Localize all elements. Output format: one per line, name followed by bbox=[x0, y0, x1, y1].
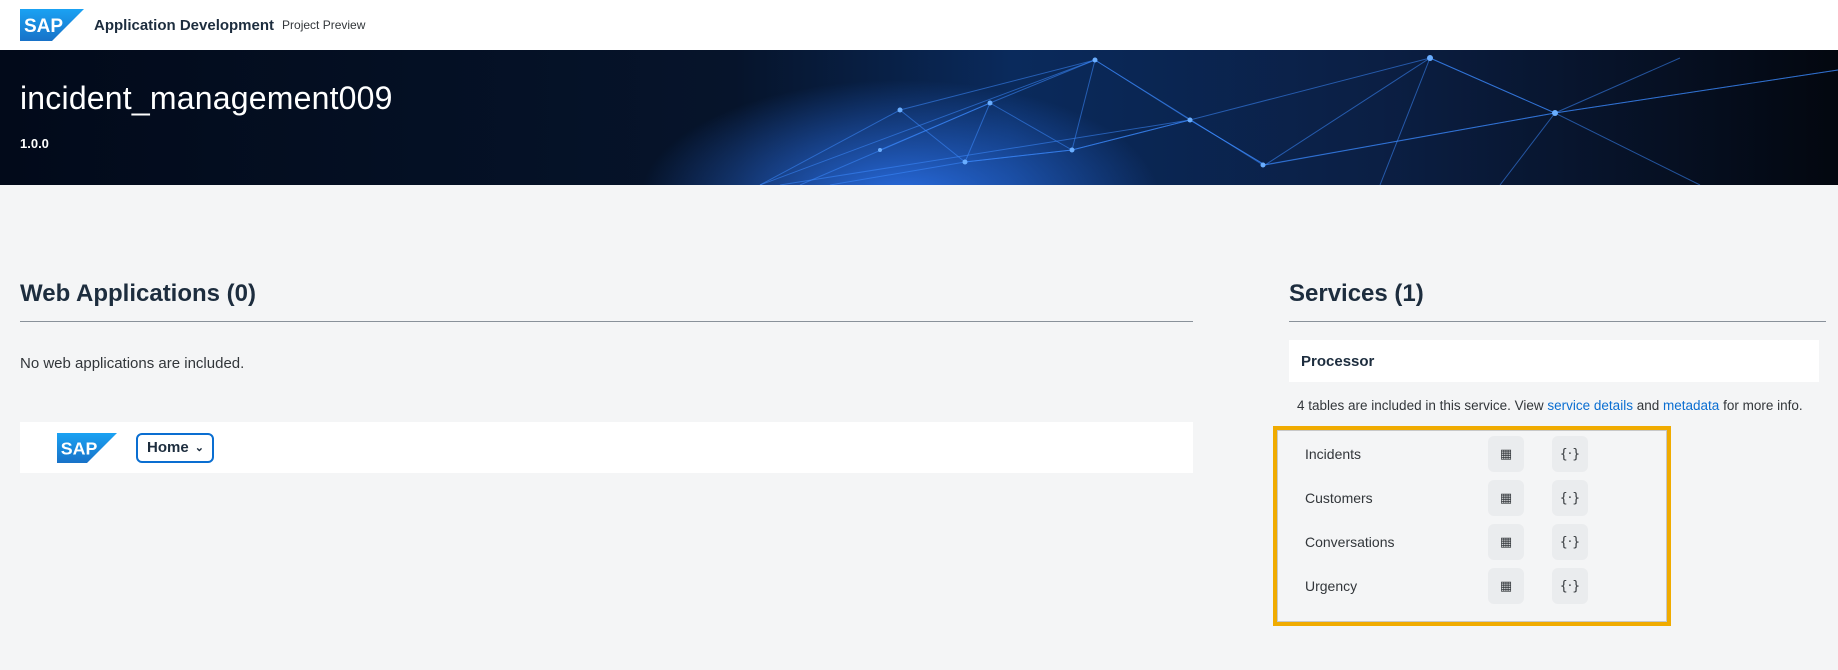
service-info-suffix: for more info. bbox=[1723, 398, 1803, 413]
project-title: incident_management009 bbox=[20, 80, 393, 116]
service-details-link[interactable]: service details bbox=[1547, 398, 1633, 413]
view-table-button[interactable]: ▦ bbox=[1488, 480, 1524, 516]
table-row: Customers ▦ {·} bbox=[1305, 480, 1635, 516]
web-applications-divider bbox=[20, 321, 1193, 322]
grid-icon: ▦ bbox=[1499, 490, 1513, 506]
service-info-prefix: 4 tables are included in this service. V… bbox=[1297, 398, 1544, 413]
table-row: Incidents ▦ {·} bbox=[1305, 436, 1635, 472]
view-table-button[interactable]: ▦ bbox=[1488, 436, 1524, 472]
view-table-button[interactable]: ▦ bbox=[1488, 568, 1524, 604]
services-title: Services (1) bbox=[1289, 280, 1424, 307]
table-row: Urgency ▦ {·} bbox=[1305, 568, 1635, 604]
service-info-and: and bbox=[1636, 398, 1660, 413]
launchpad-preview-bar: SAP Home ⌄ bbox=[20, 422, 1193, 473]
table-name: Conversations bbox=[1305, 534, 1395, 550]
code-braces-icon: {·} bbox=[1559, 534, 1581, 550]
table-name: Customers bbox=[1305, 490, 1373, 506]
code-braces-icon: {·} bbox=[1559, 578, 1581, 594]
hero-banner: incident_management009 1.0.0 bbox=[0, 50, 1838, 185]
view-table-button[interactable]: ▦ bbox=[1488, 524, 1524, 560]
table-name: Urgency bbox=[1305, 578, 1358, 594]
table-row: Conversations ▦ {·} bbox=[1305, 524, 1635, 560]
grid-icon: ▦ bbox=[1499, 534, 1513, 550]
no-web-applications-message: No web applications are included. bbox=[20, 355, 245, 372]
code-braces-icon: {·} bbox=[1559, 490, 1581, 506]
app-subtitle: Project Preview bbox=[282, 18, 366, 32]
view-json-button[interactable]: {·} bbox=[1552, 568, 1588, 604]
web-applications-title: Web Applications (0) bbox=[20, 280, 257, 307]
sap-logo: SAP bbox=[57, 432, 117, 463]
service-name: Processor bbox=[1301, 352, 1375, 370]
grid-icon: ▦ bbox=[1499, 578, 1513, 594]
sap-logo[interactable]: SAP bbox=[20, 9, 84, 41]
svg-text:SAP: SAP bbox=[24, 16, 63, 37]
shell-bar: SAP Application Development Project Prev… bbox=[0, 0, 1838, 50]
svg-text:SAP: SAP bbox=[61, 438, 98, 458]
services-divider bbox=[1289, 321, 1826, 322]
home-dropdown-button[interactable]: Home ⌄ bbox=[136, 432, 214, 463]
service-header: Processor bbox=[1289, 340, 1819, 382]
table-name: Incidents bbox=[1305, 446, 1362, 462]
project-version: 1.0.0 bbox=[20, 136, 49, 151]
metadata-link[interactable]: metadata bbox=[1663, 398, 1719, 413]
network-background-graphic bbox=[642, 55, 1838, 185]
code-braces-icon: {·} bbox=[1559, 446, 1581, 462]
app-title: Application Development bbox=[94, 16, 275, 34]
view-json-button[interactable]: {·} bbox=[1552, 524, 1588, 560]
service-info-text: 4 tables are included in this service. V… bbox=[1297, 398, 1803, 413]
view-json-button[interactable]: {·} bbox=[1552, 480, 1588, 516]
home-button-label: Home bbox=[147, 439, 189, 456]
view-json-button[interactable]: {·} bbox=[1552, 436, 1588, 472]
chevron-down-icon: ⌄ bbox=[194, 442, 204, 454]
grid-icon: ▦ bbox=[1499, 446, 1513, 462]
